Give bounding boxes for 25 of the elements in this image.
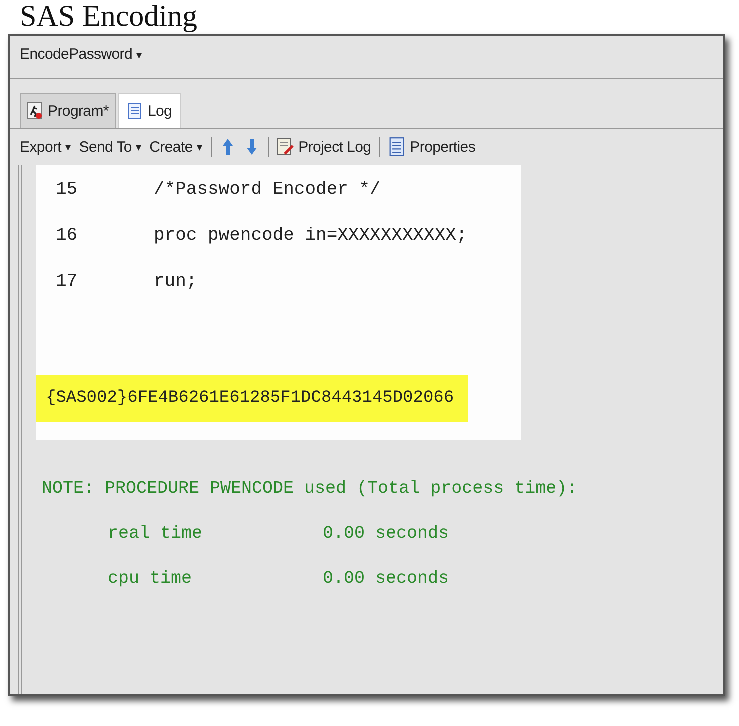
notepad-pencil-icon [276,137,295,157]
code-line: proc pwencode in=XXXXXXXXXXX; [154,226,468,246]
toolbar-menu[interactable]: Create ▾ [150,138,203,156]
encoded-password: {SAS002}6FE4B6261E61285F1DC8443145D02066 [36,375,468,422]
project-log-button[interactable]: Project Log [276,137,372,157]
timing-value: 0.00 seconds [323,568,450,588]
line-number: 17 [55,272,79,292]
log-note: NOTE: PROCEDURE PWENCODE used (Total process time): [42,478,578,498]
toolbar-menu[interactable]: Export ▾ [20,138,72,156]
code-line: /*Password Encoder */ [154,180,381,200]
notepad-icon [126,102,143,120]
running-figure-icon [27,102,43,120]
line-number: 16 [55,226,79,246]
toolbar-menu[interactable]: Send To ▾ [79,138,142,156]
properties-button[interactable]: Properties [388,137,476,157]
project-dropdown[interactable]: EncodePassword ▾ [20,46,142,63]
timing-label: real time [108,524,204,544]
code-line: run; [154,272,198,292]
timing-value: 0.00 seconds [323,524,450,544]
document-title: SAS Encoding [19,0,199,34]
tab[interactable]: Program* [20,93,116,128]
tab[interactable]: Log [118,93,182,128]
timing-label: cpu time [108,568,194,588]
list-icon [388,137,406,157]
line-number: 15 [55,180,79,200]
